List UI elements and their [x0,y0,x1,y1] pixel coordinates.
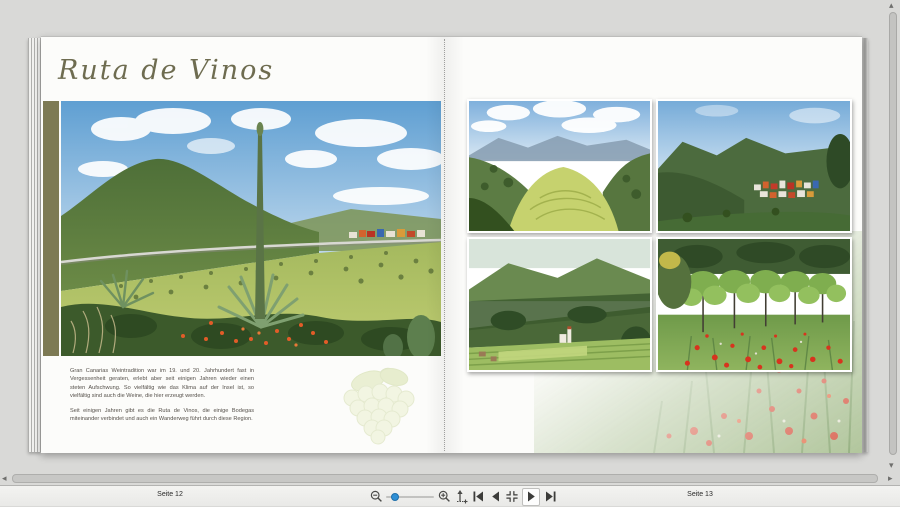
horizontal-scrollbar[interactable]: ◂ ▸ [0,472,898,485]
photo-hillside-village[interactable] [656,99,852,233]
vineyard-photo-graphic [658,239,850,370]
page-left: Ruta de Vinos Gran Canarias Weintraditio… [41,37,444,453]
zoom-fit-button[interactable] [454,489,468,505]
zoom-slider[interactable] [386,491,434,503]
next-page-icon [527,491,535,502]
magnifier-minus-icon [370,490,382,502]
terraces-photo-graphic [469,239,650,370]
workspace-canvas: Ruta de Vinos Gran Canarias Weintraditio… [0,0,900,485]
fit-spread-button[interactable] [505,489,519,505]
last-page-icon [545,491,555,502]
page-label-right: Seite 13 [687,491,713,498]
arrows-inward-icon [506,491,518,502]
first-page-icon [473,491,483,502]
scroll-down-icon[interactable]: ▾ [889,461,894,470]
scroll-right-icon[interactable]: ▸ [888,474,893,483]
photo-hillside-agave-village[interactable] [61,101,441,356]
zoom-out-button[interactable] [369,489,383,505]
page-stack-right-edge [862,38,868,452]
page-spread: Ruta de Vinos Gran Canarias Weintraditio… [41,36,862,453]
photo-vineyard-poppies[interactable] [656,237,852,372]
landscape-photo-graphic [61,101,441,356]
status-bar: Seite 12 Seite 13 [0,485,900,506]
body-text-block[interactable]: Gran Canarias Weintradition war im 19. u… [70,367,254,429]
page-title[interactable]: Ruta de Vinos [58,55,274,86]
zoom-in-button[interactable] [437,489,451,505]
next-page-button[interactable] [522,487,540,506]
last-page-button[interactable] [543,489,557,505]
grapes-clipart [322,364,418,446]
paragraph: Seit einigen Jahren gibt es die Ruta de … [70,407,254,422]
photo-deep-valley-terraces[interactable] [467,237,652,372]
previous-page-button[interactable] [488,489,502,505]
valley-photo-graphic [469,101,650,231]
center-fold-line [444,39,445,451]
page-label-left: Seite 12 [157,491,183,498]
photo-green-valley-meadow[interactable] [467,99,652,233]
first-page-button[interactable] [471,489,485,505]
horizontal-scrollbar-thumb[interactable] [12,474,878,483]
arrow-up-plus-icon [456,489,467,503]
zoom-slider-handle[interactable] [391,492,399,501]
grapes-graphic [343,367,415,445]
previous-page-icon [491,491,499,502]
magnifier-plus-icon [438,490,450,502]
page-right [444,37,862,453]
page-stack-left-edge [28,38,41,452]
decor-olive-bar [43,101,59,356]
view-controls [369,486,557,507]
scroll-up-icon[interactable]: ▴ [889,1,894,10]
vertical-scrollbar-thumb[interactable] [889,12,897,455]
photobook-editor-window: Ruta de Vinos Gran Canarias Weintraditio… [0,0,900,506]
paragraph: Gran Canarias Weintradition war im 19. u… [70,368,254,400]
book-spread: Ruta de Vinos Gran Canarias Weintraditio… [28,36,868,453]
scroll-left-icon[interactable]: ◂ [2,474,7,483]
village-photo-graphic [658,101,850,231]
vertical-scrollbar[interactable]: ▴ ▾ [887,0,899,472]
